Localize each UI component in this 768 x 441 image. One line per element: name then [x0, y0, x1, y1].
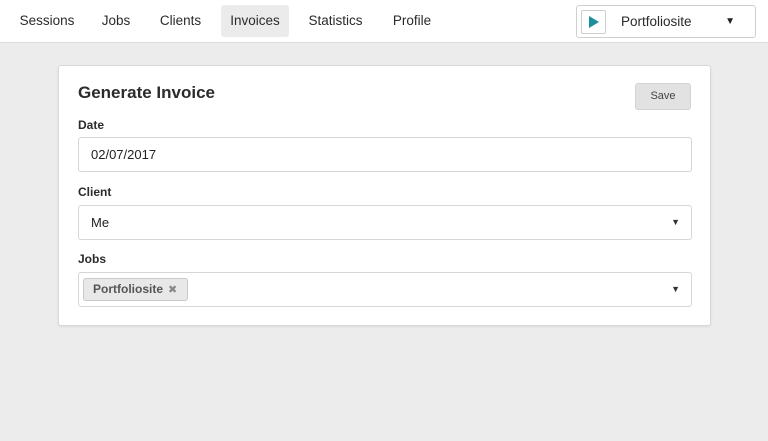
chevron-down-icon[interactable]: ▼ — [671, 206, 680, 239]
generate-invoice-card: Generate Invoice Save Date 02/07/2017 Cl… — [58, 65, 711, 326]
timer-job-label: Portfoliosite — [621, 14, 692, 29]
date-label: Date — [78, 118, 105, 132]
jobs-multiselect[interactable]: Portfoliosite ✖ ▼ — [78, 272, 692, 307]
client-select[interactable]: Me ▼ — [78, 205, 692, 240]
timer-selector[interactable]: Portfoliosite ▼ — [576, 5, 756, 38]
play-icon — [588, 16, 599, 28]
close-icon[interactable]: ✖ — [168, 280, 177, 301]
chevron-down-icon[interactable]: ▼ — [671, 273, 680, 306]
client-value: Me — [91, 215, 110, 230]
nav-jobs[interactable]: Jobs — [91, 5, 141, 37]
date-value: 02/07/2017 — [91, 147, 157, 162]
client-label: Client — [78, 185, 112, 199]
nav-profile[interactable]: Profile — [381, 5, 443, 37]
page-title: Generate Invoice — [78, 83, 216, 102]
save-button[interactable]: Save — [635, 83, 691, 110]
date-field[interactable]: 02/07/2017 — [78, 137, 692, 172]
nav-invoices[interactable]: Invoices — [221, 5, 289, 37]
nav-sessions[interactable]: Sessions — [11, 5, 83, 37]
jobs-label: Jobs — [78, 252, 107, 266]
nav-statistics[interactable]: Statistics — [298, 5, 373, 37]
top-navigation: Sessions Jobs Clients Invoices Statistic… — [0, 0, 768, 43]
nav-clients[interactable]: Clients — [148, 5, 213, 37]
play-button[interactable] — [581, 10, 606, 34]
job-tag: Portfoliosite ✖ — [83, 278, 189, 301]
caret-down-icon[interactable]: ▼ — [725, 6, 735, 37]
job-tag-label: Portfoliosite — [93, 282, 164, 296]
